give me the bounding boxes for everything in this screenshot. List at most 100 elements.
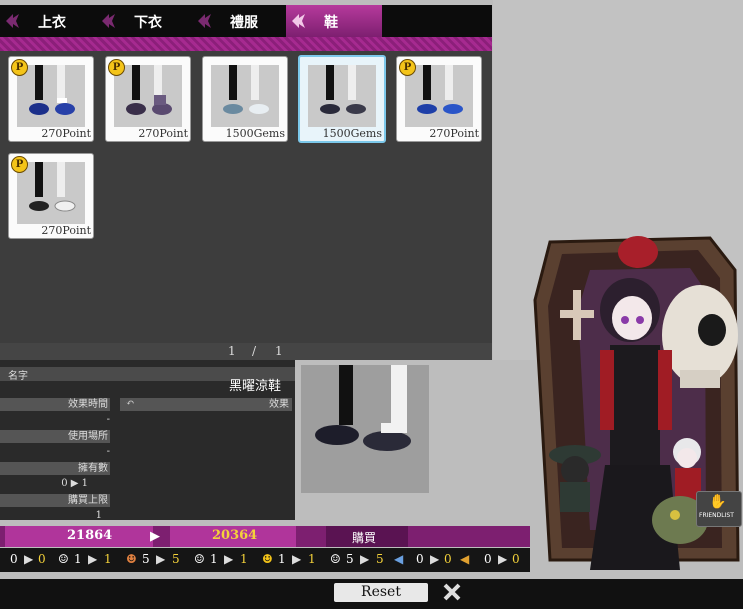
tab-label: 鞋 (324, 15, 338, 31)
item-price: 1500Gems (322, 127, 382, 140)
shoe-thumbnail (308, 65, 376, 127)
stat-value: 1 (74, 552, 82, 566)
stat-new-value: 0 (512, 552, 520, 566)
fleur-icon (102, 14, 115, 28)
shoe-thumbnail (114, 65, 182, 127)
effect-time-label: 效果時間 (0, 398, 110, 411)
arrow-right-icon: ▶ (498, 552, 508, 566)
face-icon: ☺ (58, 552, 69, 566)
close-x-icon[interactable] (442, 582, 462, 602)
item-price: 1500Gems (225, 127, 285, 140)
tab-bottoms[interactable]: 下衣 (96, 5, 192, 37)
effect-header: ↶ 效果 (120, 398, 292, 411)
shop-item[interactable]: P 270Point (8, 56, 94, 142)
fish-icon: ◀ (394, 552, 404, 566)
point-badge-icon: P (11, 156, 28, 173)
tab-dresses[interactable]: 禮服 (192, 5, 288, 37)
purchase-limit-value: 1 (95, 510, 102, 521)
tab-label: 下衣 (134, 15, 162, 31)
item-name: 黑曜涼鞋 (228, 379, 281, 394)
stat-value: 0 (416, 552, 424, 566)
handshake-icon: ✋ (709, 494, 727, 510)
shoe-thumbnail (211, 65, 279, 127)
item-price: 270Point (41, 224, 91, 237)
page-total: 1 (275, 344, 283, 358)
point-badge-icon: P (108, 59, 125, 76)
shop-item[interactable]: P 270Point (8, 153, 94, 239)
owned-count-label: 擁有數 (0, 462, 110, 475)
arrow-right-icon: ▶ (156, 552, 166, 566)
stat-new-value: 5 (376, 552, 384, 566)
owned-count-value: 0 ▶ 1 (61, 478, 88, 489)
currency-after: 20364 (170, 526, 296, 547)
use-place-value: - (106, 446, 110, 457)
shop-item[interactable]: 1500Gems (202, 56, 288, 142)
friendlist-button[interactable]: ✋ FRIENDLIST (696, 491, 742, 527)
effect-arrow-icon: ↶ (126, 398, 135, 409)
arrow-right-icon: ▶ (292, 552, 302, 566)
item-grid: P 270Point P 270Point 1500Gems 1500Gems … (0, 51, 492, 343)
smile-icon: ☺ (194, 552, 205, 566)
currency-after-value: 20364 (212, 528, 258, 543)
sparkle-face-icon: ☺ (330, 552, 341, 566)
stat-value: 5 (142, 552, 150, 566)
stat-new-value: 1 (104, 552, 112, 566)
arrow-right-icon: ▶ (224, 552, 234, 566)
tab-tops[interactable]: 上衣 (0, 5, 96, 37)
arrow-right-icon: ▶ (150, 529, 160, 544)
arrow-right-icon: ▶ (360, 552, 370, 566)
fleur-icon (6, 14, 19, 28)
shop-item[interactable]: P 270Point (105, 56, 191, 142)
fleur-icon (292, 14, 305, 28)
arrow-right-icon: ▶ (24, 552, 34, 566)
arrow-right-icon: ▶ (88, 552, 98, 566)
shop-item[interactable]: P 270Point (396, 56, 482, 142)
pager: 1 / 1 (0, 343, 492, 360)
shop-item-selected[interactable]: 1500Gems (298, 55, 386, 143)
comet-icon: ◀ (460, 552, 470, 566)
currency-before: 21864 (5, 526, 153, 547)
point-badge-icon: P (399, 59, 416, 76)
category-tab-bar: 上衣 下衣 禮服 鞋 (0, 5, 492, 37)
use-place-label: 使用場所 (0, 430, 110, 443)
effect-time-value: - (106, 414, 110, 425)
shoe-thumbnail (17, 65, 85, 127)
stat-new-value: 1 (240, 552, 248, 566)
tab-label: 上衣 (38, 15, 66, 31)
shoe-thumbnail (17, 162, 85, 224)
coin-face-icon: ☻ (262, 552, 273, 566)
arrow-right-icon: ▶ (430, 552, 440, 566)
stat-value: 5 (346, 552, 354, 566)
fleur-icon (198, 14, 211, 28)
reset-button[interactable]: Reset (334, 583, 428, 602)
tab-shoes[interactable]: 鞋 (286, 5, 382, 37)
item-price: 270Point (138, 127, 188, 140)
stat-value: 1 (210, 552, 218, 566)
item-preview-image (301, 365, 429, 493)
character-illustration (530, 230, 743, 580)
buy-label: 購買 (352, 531, 377, 545)
pumpkin-icon: ☻ (126, 552, 137, 566)
stat-new-value: 0 (38, 552, 46, 566)
stats-row: 0 ▶ 0 ☺ 1 ▶ 1 ☻ 5 ▶ 5 ☺ 1 ▶ 1 ☻ 1 ▶ 1 ☺ … (0, 548, 530, 572)
buy-button[interactable]: 購買 (326, 526, 408, 547)
tab-label: 禮服 (230, 15, 258, 31)
page-current: 1 (228, 344, 236, 358)
stat-value: 0 (484, 552, 492, 566)
effect-label: 效果 (269, 399, 289, 410)
purchase-limit-label: 購買上限 (0, 494, 110, 507)
item-price: 270Point (429, 127, 479, 140)
tab-divider-stripe (0, 37, 492, 51)
stat-value: 0 (10, 552, 18, 566)
point-badge-icon: P (11, 59, 28, 76)
stat-value: 1 (278, 552, 286, 566)
stat-new-value: 5 (172, 552, 180, 566)
friendlist-label: FRIENDLIST (699, 512, 734, 519)
stat-new-value: 0 (444, 552, 452, 566)
name-label: 名字 (8, 371, 28, 382)
shoe-thumbnail (405, 65, 473, 127)
page-separator: / (252, 344, 257, 358)
item-price: 270Point (41, 127, 91, 140)
currency-before-value: 21864 (67, 528, 113, 543)
stat-new-value: 1 (308, 552, 316, 566)
